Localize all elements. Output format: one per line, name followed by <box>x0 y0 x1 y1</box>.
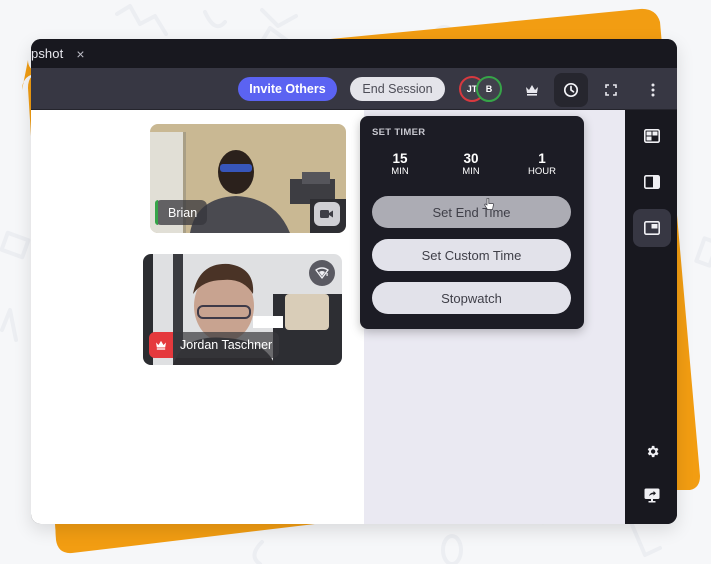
settings-icon <box>647 445 658 457</box>
preset-30-min[interactable]: 30 MIN <box>446 151 496 178</box>
preset-unit: MIN <box>391 166 409 177</box>
camera-toggle-button[interactable] <box>314 202 340 226</box>
picture-in-picture-icon <box>644 221 660 235</box>
screen-share-button[interactable] <box>633 476 671 514</box>
clock-icon <box>563 82 579 98</box>
more-options-button[interactable] <box>636 73 670 107</box>
screen-share-icon <box>644 488 660 502</box>
crown-icon <box>526 85 538 96</box>
more-vertical-icon <box>651 83 655 97</box>
settings-button[interactable] <box>633 432 671 470</box>
split-layout-icon <box>644 175 660 189</box>
toolbar: Invite Others End Session JT B <box>31 68 677 110</box>
popover-title: SET TIMER <box>372 127 426 138</box>
timer-button[interactable] <box>554 73 588 107</box>
set-custom-time-button[interactable]: Set Custom Time <box>372 239 571 271</box>
video-tile-jordan-taschner[interactable]: Jordan Taschner <box>143 254 342 365</box>
preset-value: 15 <box>392 151 408 166</box>
tab-title[interactable]: pshot <box>31 46 63 61</box>
participant-name: Brian <box>168 205 198 220</box>
grid-layout-icon <box>644 129 660 143</box>
layout-sidebar <box>625 110 677 524</box>
participant-name: Jordan Taschner <box>180 338 273 352</box>
picture-in-picture-button[interactable] <box>633 209 671 247</box>
video-tile-brian[interactable]: Brian <box>150 124 346 233</box>
avatar-b[interactable]: B <box>476 76 502 102</box>
set-end-time-button[interactable]: Set End Time <box>372 196 571 228</box>
name-tag-brian: Brian <box>155 200 207 225</box>
crown-button[interactable] <box>515 73 549 107</box>
split-layout-button[interactable] <box>633 163 671 201</box>
video-camera-icon <box>320 210 333 218</box>
weak-signal-icon <box>315 267 329 279</box>
tab-bar: pshot × <box>31 39 677 68</box>
preset-15-min[interactable]: 15 MIN <box>375 151 425 178</box>
mouse-cursor <box>484 198 494 210</box>
set-timer-popover: SET TIMER 15 MIN 30 MIN 1 HOUR Set End T… <box>360 116 584 329</box>
connection-status-button[interactable] <box>309 260 335 286</box>
preset-1-hour[interactable]: 1 HOUR <box>517 151 567 178</box>
end-session-button[interactable]: End Session <box>350 77 445 101</box>
stopwatch-button[interactable]: Stopwatch <box>372 282 571 314</box>
grid-layout-button[interactable] <box>633 117 671 155</box>
crown-icon <box>156 340 166 350</box>
preset-unit: HOUR <box>528 166 556 177</box>
invite-others-button[interactable]: Invite Others <box>238 77 337 101</box>
audio-indicator <box>155 200 158 225</box>
host-badge <box>149 332 173 358</box>
app-window: pshot × Invite Others End Session JT B B… <box>31 39 677 524</box>
preset-unit: MIN <box>462 166 480 177</box>
fullscreen-button[interactable] <box>594 73 628 107</box>
fullscreen-icon <box>605 84 617 96</box>
preset-value: 30 <box>463 151 479 166</box>
tab-close-button[interactable]: × <box>76 46 84 62</box>
preset-value: 1 <box>538 151 546 166</box>
name-tag-jordan-taschner: Jordan Taschner <box>149 332 279 358</box>
